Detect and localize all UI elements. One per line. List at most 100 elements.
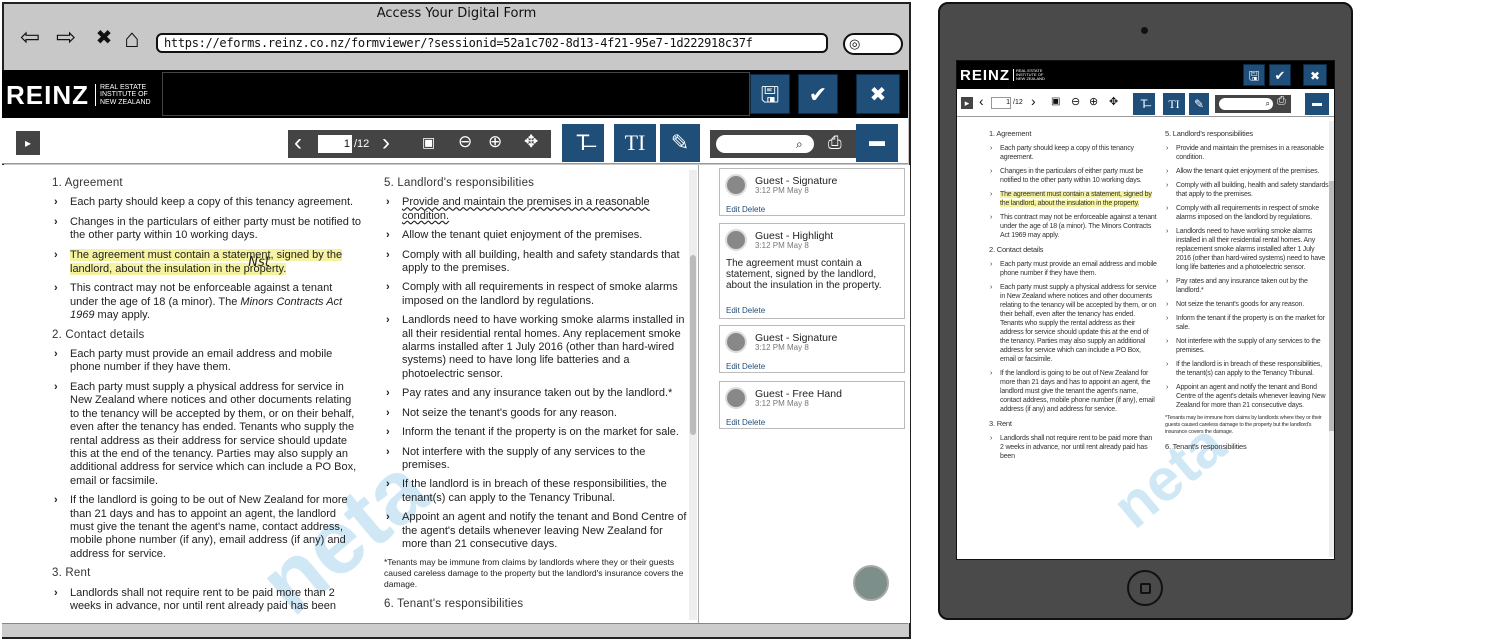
zoom-in-icon[interactable]: ⊕	[488, 132, 502, 152]
signature-annotation[interactable]: Nst	[248, 255, 270, 270]
delete-link[interactable]: Delete	[742, 418, 765, 427]
comment-time: 3:12 PM May 8	[755, 399, 809, 408]
help-bubble-icon[interactable]	[853, 565, 889, 601]
confirm-button[interactable]: ✔	[1269, 64, 1291, 86]
comment-card[interactable]: Guest - Highlight 3:12 PM May 8 The agre…	[719, 223, 905, 319]
back-arrow-icon[interactable]: ⇦	[16, 24, 44, 52]
page-input[interactable]: 1	[991, 97, 1011, 109]
delete-link[interactable]: Delete	[742, 306, 765, 315]
list-item: Landlords need to have working smoke ala…	[1165, 227, 1329, 272]
list-item: Not interfere with the supply of any ser…	[1165, 337, 1329, 355]
strikethrough-tool-button[interactable]: T̶	[562, 124, 604, 162]
avatar-icon	[725, 387, 747, 409]
pan-icon[interactable]: ✥	[1109, 95, 1118, 108]
comment-card[interactable]: Guest - Signature 3:12 PM May 8 Edit Del…	[719, 168, 905, 216]
browser-search-field[interactable]: ◎	[843, 33, 903, 55]
panel-toggle-icon[interactable]: ▸	[961, 97, 973, 109]
comment-button[interactable]: ▬	[856, 124, 898, 162]
list-item: Comply with all requirements in respect …	[384, 281, 690, 308]
section-heading: 3. Rent	[52, 567, 91, 580]
confirm-button[interactable]: ✔	[798, 74, 838, 114]
edit-link[interactable]: Edit	[726, 362, 740, 371]
tablet-toolbar: ▸ ‹ 1 /12 › ▣ ⊖ ⊕ ✥ T̶ TI ✎ ⌕ ⎙ ▬	[957, 91, 1334, 117]
section-heading: 2. Contact details	[52, 328, 145, 341]
list-item: Landlords need to have working smoke ala…	[384, 314, 690, 381]
zoom-out-icon[interactable]: ⊖	[458, 132, 472, 152]
footnote: *Tenants may be immune from claims by la…	[384, 557, 684, 590]
pan-icon[interactable]: ✥	[524, 132, 538, 152]
home-icon[interactable]: ⌂	[118, 24, 146, 52]
page-total: /12	[1013, 99, 1023, 106]
section-heading: 6. Tenant's responsibilities	[1165, 442, 1247, 451]
zoom-in-icon[interactable]: ⊕	[1089, 95, 1098, 108]
list-item: Not seize the tenant's goods for any rea…	[1165, 300, 1329, 309]
comments-sidebar: Guest - Signature 3:12 PM May 8 Edit Del…	[698, 165, 910, 623]
print-icon[interactable]: ⎙	[828, 133, 842, 153]
edit-link[interactable]: Edit	[726, 205, 740, 214]
comment-actions: Edit Delete	[726, 306, 765, 315]
list-item: If the landlord is going to be out of Ne…	[989, 369, 1157, 414]
next-page-icon[interactable]: ›	[382, 130, 390, 156]
stop-icon[interactable]: ✖	[90, 24, 118, 52]
close-button[interactable]: ✖	[1303, 64, 1327, 86]
comment-button[interactable]: ▬	[1305, 93, 1329, 115]
delete-link[interactable]: Delete	[742, 362, 765, 371]
print-icon[interactable]: ⎙	[1277, 95, 1286, 108]
fit-page-icon[interactable]: ▣	[1051, 96, 1060, 107]
edit-link[interactable]: Edit	[726, 306, 740, 315]
comment-card[interactable]: Guest - Signature 3:12 PM May 8 Edit Del…	[719, 325, 905, 373]
page-controls: ‹ 1 /12 › ▣ ⊖ ⊕ ✥	[288, 130, 551, 158]
status-bar	[2, 623, 908, 637]
save-button[interactable]: 🖫	[1243, 64, 1265, 86]
document-search-input[interactable]: ⌕	[716, 135, 814, 153]
list-item: Appoint an agent and notify the tenant a…	[384, 511, 690, 551]
avatar-icon	[725, 229, 747, 251]
document-scrollbar[interactable]	[689, 170, 697, 620]
comment-card[interactable]: Guest - Free Hand 3:12 PM May 8 Edit Del…	[719, 381, 905, 429]
home-button-icon[interactable]	[1127, 570, 1163, 606]
strikethrough-tool-button[interactable]: T̶	[1133, 93, 1155, 115]
list-item: Changes in the particulars of either par…	[52, 216, 362, 243]
close-button[interactable]: ✖	[856, 74, 900, 114]
url-bar[interactable]: https://eforms.reinz.co.nz/formviewer/?s…	[156, 33, 828, 53]
save-button[interactable]: 🖫	[750, 74, 790, 114]
list-item: This contract may not be enforceable aga…	[989, 213, 1157, 240]
highlight-annotation[interactable]: The agreement must contain a statement, …	[1000, 191, 1152, 207]
freehand-annotation[interactable]: Provide and maintain the premises in a r…	[402, 196, 650, 221]
list-item: Landlords shall not require rent to be p…	[52, 587, 362, 614]
list-item: If the landlord is in breach of these re…	[384, 478, 690, 505]
avatar-icon	[725, 174, 747, 196]
edit-tool-button[interactable]: ✎	[660, 124, 700, 162]
tablet-scrollbar[interactable]	[1329, 121, 1334, 557]
scrollbar-thumb[interactable]	[690, 255, 696, 435]
app-header: REINZ REAL ESTATE INSTITUTE OF NEW ZEALA…	[2, 70, 908, 118]
next-page-icon[interactable]: ›	[1031, 93, 1036, 109]
zoom-out-icon[interactable]: ⊖	[1071, 95, 1080, 108]
list-item: Each party must supply a physical addres…	[52, 381, 362, 488]
text-insert-tool-button[interactable]: TI	[614, 124, 656, 162]
tablet-header: REINZ REAL ESTATE INSTITUTE OF NEW ZEALAND…	[957, 61, 1334, 89]
list-item-highlighted[interactable]: The agreement must contain a statement, …	[52, 248, 362, 277]
prev-page-icon[interactable]: ‹	[294, 130, 302, 156]
list-item: Not seize the tenant's goods for any rea…	[384, 407, 690, 421]
text-insert-tool-button[interactable]: TI	[1163, 93, 1185, 115]
page-input[interactable]: 1	[318, 135, 352, 153]
section-heading: 2. Contact details	[989, 245, 1044, 254]
comment-time: 3:12 PM May 8	[755, 241, 809, 250]
fit-page-icon[interactable]: ▣	[422, 134, 435, 151]
header-bar	[162, 72, 750, 116]
scrollbar-thumb[interactable]	[1329, 181, 1334, 431]
panel-toggle-icon[interactable]: ▸	[16, 131, 40, 155]
delete-link[interactable]: Delete	[742, 205, 765, 214]
forward-arrow-icon[interactable]: ⇨	[52, 24, 80, 52]
prev-page-icon[interactable]: ‹	[979, 93, 984, 109]
edit-tool-button[interactable]: ✎	[1189, 93, 1209, 115]
logo-subtitle: REAL ESTATE INSTITUTE OF NEW ZEALAND	[95, 83, 151, 107]
section-heading: 6. Tenant's responsibilities	[384, 598, 524, 611]
toolbar-search-group: ⌕ ⎙	[710, 130, 857, 158]
edit-link[interactable]: Edit	[726, 418, 740, 427]
list-item: Each party should keep a copy of this te…	[989, 144, 1157, 162]
document-search-input[interactable]: ⌕	[1219, 98, 1273, 110]
search-icon: ◎	[849, 36, 861, 51]
highlight-annotation[interactable]: The agreement must contain a statement, …	[70, 248, 343, 276]
